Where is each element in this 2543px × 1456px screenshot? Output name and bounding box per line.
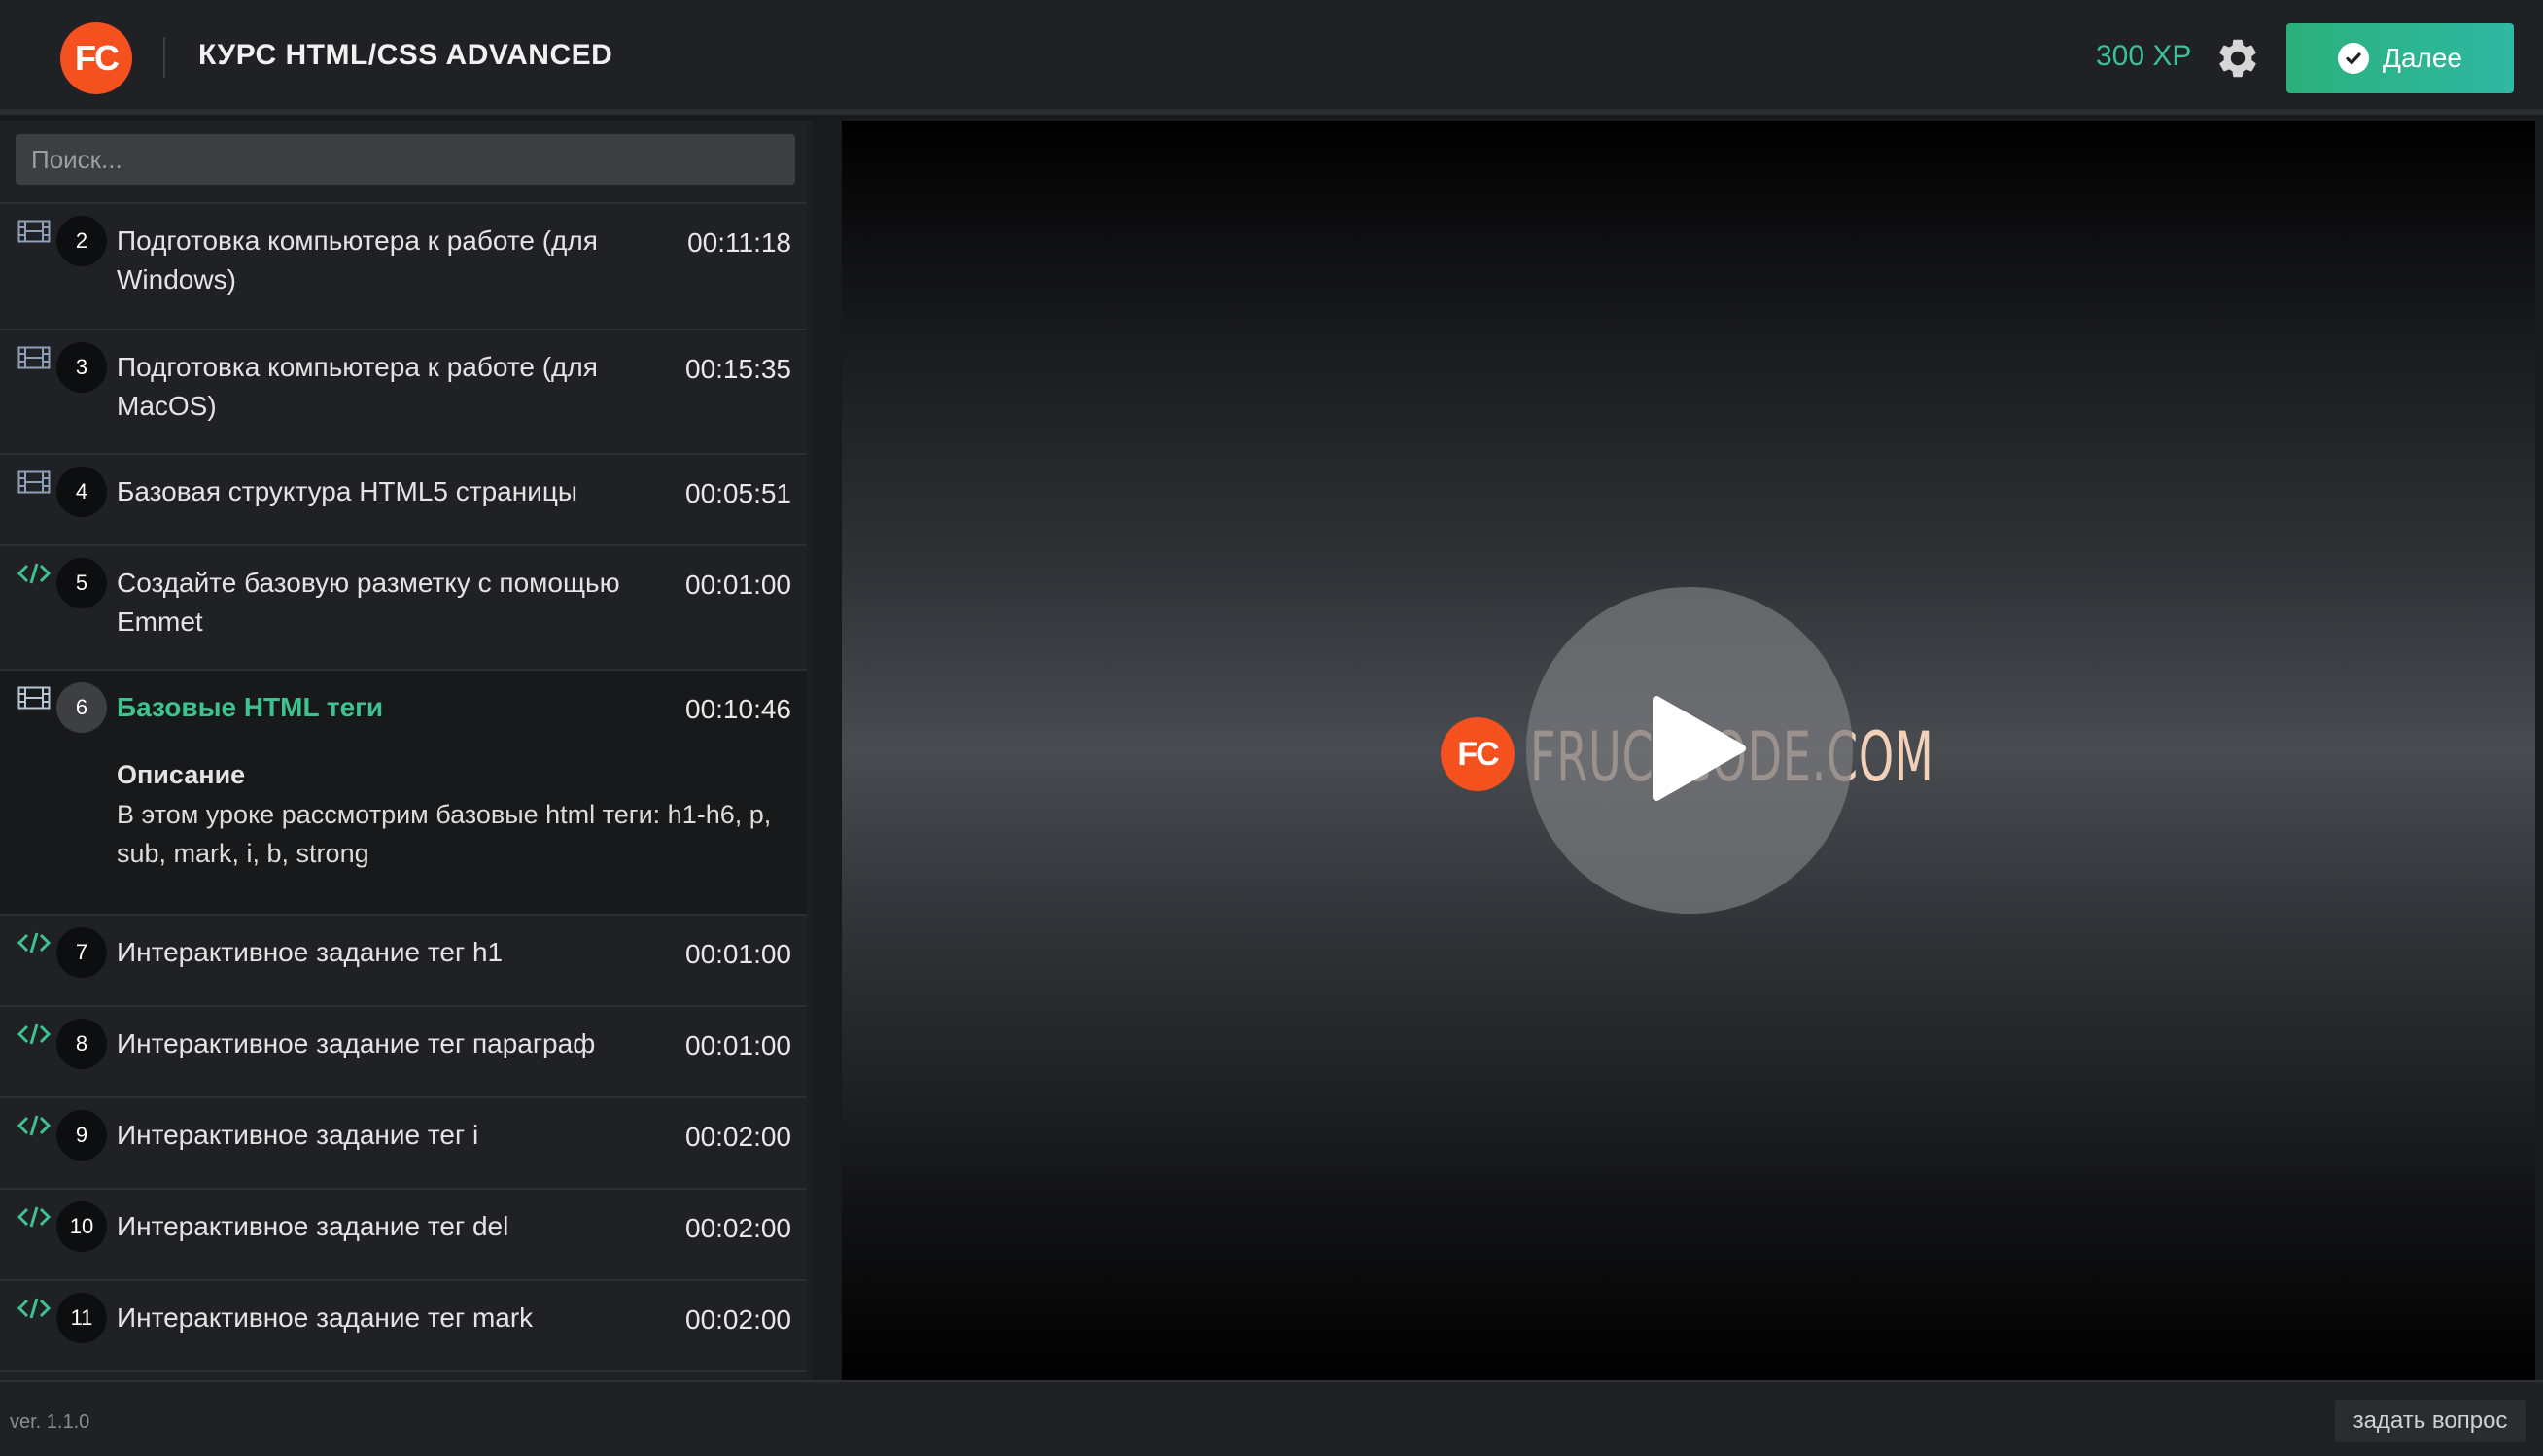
lesson-title: Подготовка компьютера к работе (для Wind…: [117, 225, 598, 295]
lesson-number: 8: [56, 1019, 107, 1069]
course-title: КУРС HTML/CSS ADVANCED: [198, 39, 613, 71]
lesson-duration: 00:01:00: [685, 939, 791, 969]
play-button[interactable]: [1526, 587, 1853, 914]
lesson-item-3[interactable]: 3 Подготовка компьютера к работе (для Ma…: [0, 330, 807, 455]
lesson-item-5[interactable]: 5 Создайте базовую разметку с помощью Em…: [0, 546, 807, 671]
lesson-list: 2 Подготовка компьютера к работе (для Wi…: [0, 202, 807, 1372]
lesson-duration: 00:02:00: [685, 1213, 791, 1243]
lesson-number: 6: [56, 682, 107, 733]
lesson-title: Интерактивное задание тег i: [117, 1120, 479, 1150]
brand-logo: FC: [1441, 717, 1515, 791]
film-icon: [17, 346, 51, 369]
film-icon: [17, 686, 51, 710]
lesson-number: 11: [56, 1293, 107, 1343]
lesson-item-10[interactable]: 10 Интерактивное задание тег del 00:02:0…: [0, 1190, 807, 1281]
lesson-duration: 00:10:46: [685, 694, 791, 724]
film-icon: [17, 470, 51, 494]
next-button[interactable]: Далее: [2286, 23, 2514, 93]
lesson-duration: 00:01:00: [685, 1030, 791, 1060]
lesson-number: 4: [56, 467, 107, 517]
code-icon: [17, 932, 51, 953]
top-bar: FC КУРС HTML/CSS ADVANCED 300 XP Далее: [0, 0, 2543, 115]
next-button-label: Далее: [2382, 43, 2463, 73]
lesson-duration: 00:01:00: [685, 570, 791, 600]
lesson-number: 10: [56, 1201, 107, 1252]
lesson-duration: 00:02:00: [685, 1304, 791, 1335]
code-icon: [17, 1115, 51, 1136]
description-heading: Описание: [117, 760, 246, 789]
lesson-number: 9: [56, 1110, 107, 1161]
lesson-item-6-active[interactable]: 6 Базовые HTML теги 00:10:46 Описание В …: [0, 671, 807, 916]
lesson-number: 7: [56, 927, 107, 978]
code-icon: [17, 563, 51, 584]
lesson-item-4[interactable]: 4 Базовая структура HTML5 страницы 00:05…: [0, 455, 807, 546]
lesson-title: Интерактивное задание тег mark: [117, 1302, 534, 1333]
lesson-title: Подготовка компьютера к работе (для MacO…: [117, 352, 598, 421]
lesson-title: Создайте базовую разметку с помощью Emme…: [117, 568, 620, 637]
version-label: ver. 1.1.0: [10, 1411, 90, 1433]
lesson-number: 3: [56, 342, 107, 393]
search-input[interactable]: [16, 134, 795, 185]
code-icon: [17, 1298, 51, 1319]
lesson-title: Интерактивное задание тег параграф: [117, 1028, 596, 1058]
header-divider: [163, 37, 165, 78]
fc-logo[interactable]: FC: [60, 22, 132, 94]
video-player[interactable]: FC FRUCTCODE.COM: [842, 121, 2535, 1380]
lesson-number: 5: [56, 558, 107, 608]
xp-counter: 300 XP: [2096, 40, 2192, 72]
lesson-number: 2: [56, 216, 107, 266]
lesson-title: Базовая структура HTML5 страницы: [117, 476, 578, 506]
lesson-title: Интерактивное задание тег del: [117, 1211, 509, 1241]
lesson-item-2[interactable]: 2 Подготовка компьютера к работе (для Wi…: [0, 204, 807, 330]
gear-icon[interactable]: [2214, 35, 2261, 82]
lesson-title: Базовые HTML теги: [117, 692, 384, 722]
footer-bar: ver. 1.1.0 задать вопрос: [0, 1380, 2543, 1456]
lesson-sidebar: 2 Подготовка компьютера к работе (для Wi…: [0, 121, 813, 1380]
lesson-duration: 00:11:18: [687, 227, 791, 258]
lesson-title: Интерактивное задание тег h1: [117, 937, 504, 967]
lesson-duration: 00:15:35: [685, 354, 791, 384]
check-circle-icon: [2337, 43, 2369, 74]
play-icon: [1653, 696, 1746, 801]
lesson-item-8[interactable]: 8 Интерактивное задание тег параграф 00:…: [0, 1007, 807, 1098]
code-icon: [17, 1023, 51, 1045]
code-icon: [17, 1206, 51, 1228]
lesson-description: В этом уроке рассмотрим базовые html тег…: [117, 800, 772, 868]
lesson-item-11[interactable]: 11 Интерактивное задание тег mark 00:02:…: [0, 1281, 807, 1372]
lesson-item-9[interactable]: 9 Интерактивное задание тег i 00:02:00: [0, 1098, 807, 1190]
lesson-duration: 00:05:51: [685, 478, 791, 508]
lesson-item-7[interactable]: 7 Интерактивное задание тег h1 00:01:00: [0, 916, 807, 1007]
lesson-duration: 00:02:00: [685, 1122, 791, 1152]
film-icon: [17, 220, 51, 243]
ask-question-button[interactable]: задать вопрос: [2335, 1400, 2526, 1442]
